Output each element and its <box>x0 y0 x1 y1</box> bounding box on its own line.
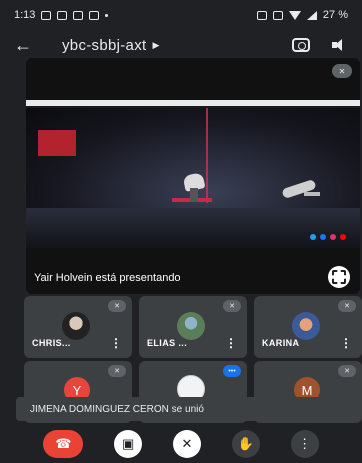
mic-off-icon: ✕ <box>181 436 193 451</box>
signal-icon <box>306 10 317 20</box>
more-icon: ⋮ <box>298 436 312 451</box>
status-bar: 1:13 27 % <box>0 0 362 30</box>
participant-name: CHRIS... <box>32 338 71 348</box>
camera-switch-icon[interactable] <box>292 38 310 52</box>
join-notification: JIMENA DOMINGUEZ CERON se unió <box>16 397 344 421</box>
more-icon[interactable]: ⋮ <box>225 336 237 350</box>
mic-off-icon: ✕ <box>338 300 356 312</box>
mic-off-icon: ✕ <box>108 300 126 312</box>
mic-off-icon: ✕ <box>223 300 241 312</box>
mic-toggle-button[interactable]: ✕ <box>172 430 201 458</box>
participant-name: KARINA <box>262 338 300 348</box>
more-options-button[interactable]: ⋮ <box>290 430 319 458</box>
shared-window-bar <box>26 100 360 106</box>
battery-level: 27 % <box>322 9 348 21</box>
gmail-icon <box>73 10 84 20</box>
speaking-indicator-icon: ••• <box>223 365 241 377</box>
back-arrow-icon[interactable]: ← <box>14 35 40 56</box>
camera-off-icon: ▣ <box>122 436 135 451</box>
speaker-icon[interactable] <box>332 38 348 52</box>
social-icons <box>310 234 346 240</box>
mic-off-icon: ✕ <box>338 365 356 377</box>
cast-icon <box>256 10 267 20</box>
meeting-code[interactable]: ybc-sbbj-axt <box>62 37 146 54</box>
mic-off-icon: ✕ <box>332 64 352 78</box>
more-notifications-icon <box>105 13 109 17</box>
meeting-top-bar: ← ybc-sbbj-axt ▶ <box>0 30 362 60</box>
stage-video <box>26 108 360 248</box>
presenter-label: Yair Holvein está presentando <box>34 272 181 284</box>
avatar <box>292 312 320 340</box>
wifi-icon <box>288 10 301 20</box>
fullscreen-icon[interactable] <box>328 266 350 288</box>
call-controls: ☎ ▣ ✕ ✋ ⋮ <box>0 425 362 463</box>
more-icon[interactable]: ⋮ <box>340 336 352 350</box>
more-icon[interactable]: ⋮ <box>110 336 122 350</box>
shared-screen <box>26 100 360 248</box>
performer <box>172 168 212 202</box>
raise-hand-button[interactable]: ✋ <box>231 430 260 458</box>
participant-tile[interactable]: ✕ KARINA ⋮ <box>254 296 362 358</box>
avatar <box>62 312 90 340</box>
status-time: 1:13 <box>14 9 36 21</box>
performer <box>278 178 320 200</box>
notification-icon <box>41 10 52 20</box>
chevron-right-icon[interactable]: ▶ <box>152 40 159 51</box>
camera-toggle-button[interactable]: ▣ <box>114 430 143 458</box>
end-call-button[interactable]: ☎ <box>43 430 84 458</box>
avatar <box>177 312 205 340</box>
gmail-icon <box>89 10 100 20</box>
end-call-icon: ☎ <box>55 436 72 451</box>
participant-tile[interactable]: ✕ CHRIS... ⋮ <box>24 296 132 358</box>
vibrate-icon <box>272 10 283 20</box>
participant-tile[interactable]: ✕ ELIAS ... ⋮ <box>139 296 247 358</box>
raise-hand-icon: ✋ <box>237 436 254 451</box>
uaeh-logo <box>38 130 76 156</box>
message-icon <box>57 10 68 20</box>
mic-off-icon: ✕ <box>108 365 126 377</box>
participant-name: ELIAS ... <box>147 338 188 348</box>
presentation-tile[interactable]: ✕ Yair Holvein está presentando <box>26 58 360 294</box>
